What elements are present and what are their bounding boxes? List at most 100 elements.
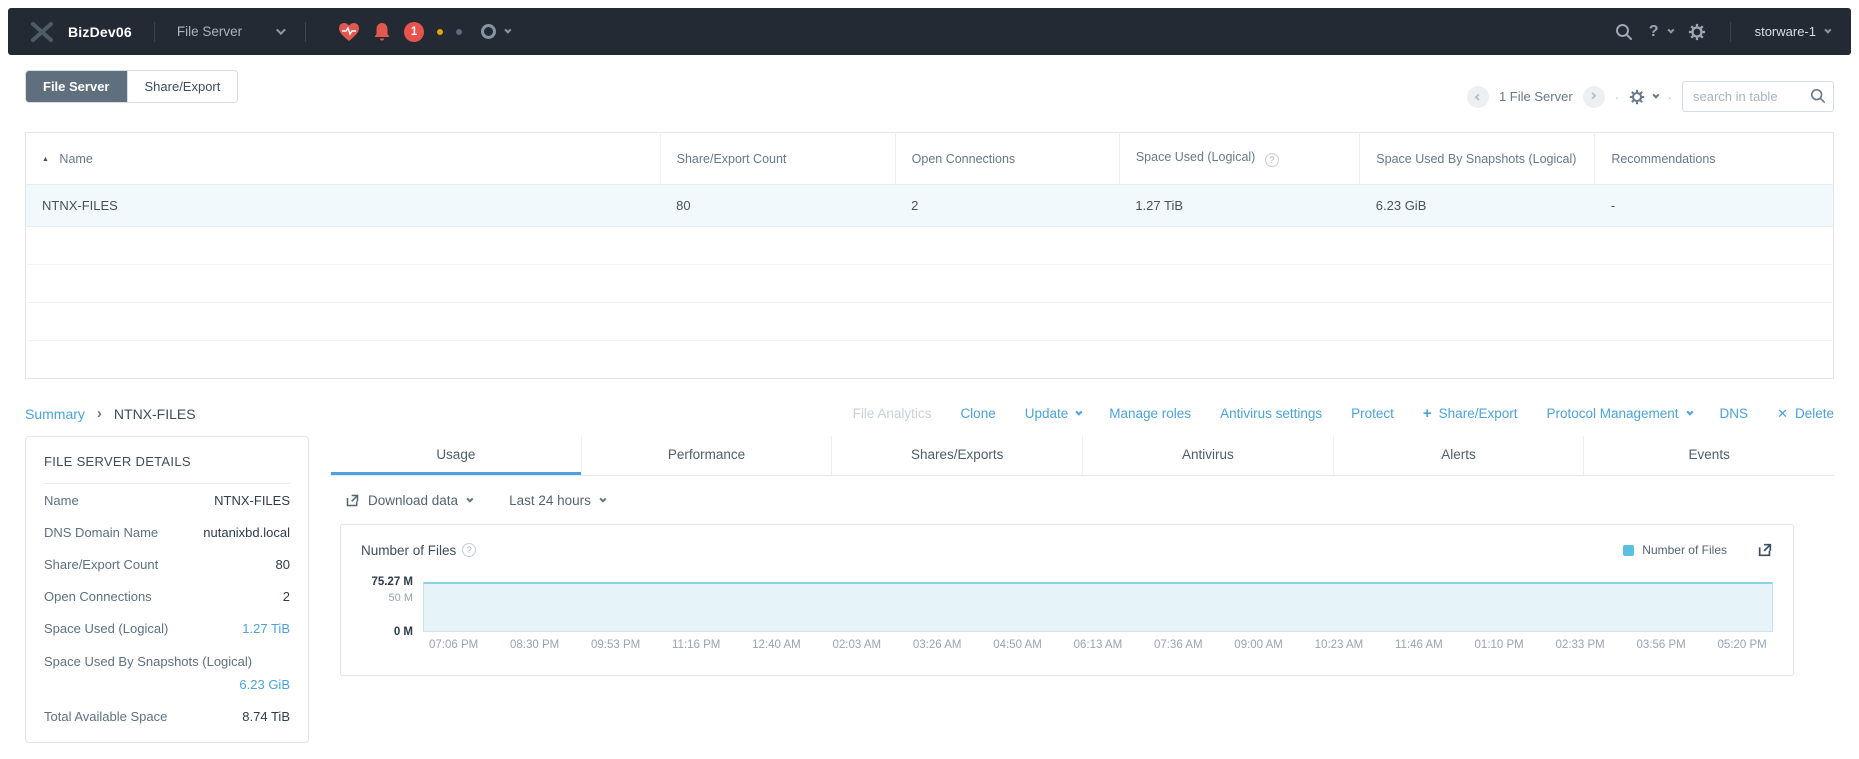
tab-shares-exports[interactable]: Shares/Exports xyxy=(831,436,1082,475)
tab-alerts[interactable]: Alerts xyxy=(1332,436,1584,475)
chevron-down-icon xyxy=(599,495,607,503)
clone-link[interactable]: Clone xyxy=(960,406,995,421)
add-share-export-link[interactable]: + Share/Export xyxy=(1423,405,1518,422)
health-heart-icon[interactable] xyxy=(338,22,360,42)
separator-dot: · xyxy=(1667,88,1672,105)
tab-share-export[interactable]: Share/Export xyxy=(126,71,238,102)
gear-icon xyxy=(1630,89,1645,104)
x-axis-label: 08:30 PM xyxy=(510,639,560,651)
y-tick-max: 75.27 M xyxy=(371,576,413,588)
x-axis-label: 05:20 PM xyxy=(1717,639,1767,651)
column-header-share-export-count[interactable]: Share/Export Count xyxy=(659,132,896,185)
alert-count-badge[interactable]: 1 xyxy=(404,21,425,42)
space-used-link[interactable]: 1.27 TiB xyxy=(242,621,290,636)
column-header-space-used-snapshots[interactable]: Space Used By Snapshots (Logical) xyxy=(1359,132,1595,185)
help-icon[interactable]: ? xyxy=(1264,153,1279,167)
tasks-menu[interactable] xyxy=(481,24,512,39)
x-axis-label: 04:50 AM xyxy=(993,639,1042,651)
table-header-row: ▲ Name Share/Export Count Open Connectio… xyxy=(25,132,1834,185)
manage-roles-link[interactable]: Manage roles xyxy=(1109,406,1191,421)
help-icon[interactable]: ? xyxy=(462,543,477,557)
chevron-right-icon xyxy=(1589,92,1597,100)
sort-ascending-icon: ▲ xyxy=(42,155,49,163)
update-dropdown[interactable]: Update xyxy=(1025,406,1083,421)
x-axis-label: 07:36 AM xyxy=(1153,639,1203,651)
cell-recommendations: - xyxy=(1594,184,1834,227)
chevron-down-icon xyxy=(1666,26,1675,34)
detail-row-space-used: Space Used (Logical) 1.27 TiB xyxy=(44,620,290,636)
x-axis-label: 06:13 AM xyxy=(1073,639,1123,651)
file-server-table: ▲ Name Share/Export Count Open Connectio… xyxy=(25,132,1834,379)
table-settings-menu[interactable] xyxy=(1629,89,1660,105)
help-menu[interactable]: ? xyxy=(1649,23,1675,41)
x-axis-label: 12:40 AM xyxy=(752,639,801,651)
user-menu[interactable]: storware-1 xyxy=(1754,24,1832,39)
column-header-space-used[interactable]: Space Used (Logical) ? xyxy=(1118,132,1360,185)
user-name: storware-1 xyxy=(1754,24,1816,39)
chevron-down-icon xyxy=(466,495,474,503)
chart-legend: Number of Files xyxy=(1623,543,1727,557)
detail-row-space-used-snapshots: Space Used By Snapshots (Logical) 6.23 G… xyxy=(44,653,290,692)
empty-table-row xyxy=(25,226,1834,265)
context-menu-dropdown[interactable]: File Server xyxy=(177,24,286,39)
legend-swatch-icon xyxy=(1623,544,1635,556)
chevron-down-icon xyxy=(1824,26,1832,34)
tab-events[interactable]: Events xyxy=(1583,436,1834,475)
expand-chart-icon[interactable] xyxy=(1757,542,1773,558)
tab-antivirus[interactable]: Antivirus xyxy=(1082,436,1333,475)
column-header-name[interactable]: ▲ Name xyxy=(25,132,661,185)
alerts-bell-icon[interactable] xyxy=(373,22,391,42)
view-tab-group: File Server Share/Export xyxy=(25,70,239,103)
divider xyxy=(1729,21,1731,42)
cell-space-used-snapshots: 6.23 GiB xyxy=(1359,184,1595,227)
detail-row-name: Name NTNX-FILES xyxy=(44,492,290,508)
empty-table-row xyxy=(26,341,1834,379)
x-axis-label: 02:03 AM xyxy=(832,639,882,651)
search-icon[interactable] xyxy=(1615,23,1633,41)
cell-name[interactable]: NTNX-FILES xyxy=(25,184,661,227)
divider xyxy=(305,21,307,42)
chevron-down-icon xyxy=(1652,91,1660,99)
delete-link[interactable]: ✕ Delete xyxy=(1777,406,1834,422)
area-series-number-of-files[interactable] xyxy=(423,582,1773,632)
cluster-name: BizDev06 xyxy=(68,23,132,40)
y-tick-zero: 0 M xyxy=(393,626,413,638)
detail-row-dns-domain: DNS Domain Name nutanixbd.local xyxy=(44,524,290,540)
column-header-open-connections[interactable]: Open Connections xyxy=(894,132,1120,185)
x-axis-label: 11:16 PM xyxy=(672,639,721,651)
breadcrumb-current: NTNX-FILES xyxy=(113,405,196,422)
cell-share-export-count: 80 xyxy=(660,184,896,227)
tab-file-server[interactable]: File Server xyxy=(26,71,127,102)
entity-count-label: 1 File Server xyxy=(1498,89,1573,104)
dns-link[interactable]: DNS xyxy=(1720,406,1749,421)
protocol-management-dropdown[interactable]: Protocol Management xyxy=(1546,406,1693,421)
action-links: File Analytics Clone Update Manage roles… xyxy=(853,405,1834,422)
number-of-files-chart-card: Number of Files ? Number of Files 75.27 … xyxy=(340,524,1794,676)
info-dot-icon[interactable] xyxy=(456,28,463,35)
tab-performance[interactable]: Performance xyxy=(580,436,832,475)
breadcrumb-summary-link[interactable]: Summary xyxy=(25,406,85,422)
nutanix-x-logo-icon[interactable] xyxy=(30,21,54,43)
number-of-files-chart: 75.27 M 50 M 0 M 07:06 PM 08:30 PM 09:53… xyxy=(361,576,1773,651)
tab-usage[interactable]: Usage xyxy=(331,436,581,475)
x-axis: 07:06 PM 08:30 PM 09:53 PM 11:16 PM 12:4… xyxy=(423,639,1773,651)
settings-gear-icon[interactable] xyxy=(1688,23,1706,41)
previous-page-button[interactable] xyxy=(1466,85,1489,108)
protect-link[interactable]: Protect xyxy=(1351,406,1394,421)
y-tick-mid: 50 M xyxy=(388,592,413,604)
next-page-button[interactable] xyxy=(1582,85,1605,108)
file-analytics-link: File Analytics xyxy=(852,406,932,421)
y-axis: 75.27 M 50 M 0 M xyxy=(361,576,423,638)
cell-open-connections: 2 xyxy=(895,184,1120,227)
antivirus-settings-link[interactable]: Antivirus settings xyxy=(1220,406,1322,421)
space-used-snapshots-link[interactable]: 6.23 GiB xyxy=(44,677,290,692)
legend-label: Number of Files xyxy=(1642,543,1727,557)
column-header-recommendations[interactable]: Recommendations xyxy=(1594,132,1834,185)
detail-row-share-export-count: Share/Export Count 80 xyxy=(44,556,290,572)
x-axis-label: 09:00 AM xyxy=(1234,639,1283,651)
table-row-ntnx-files[interactable]: NTNX-FILES 80 2 1.27 TiB 6.23 GiB - xyxy=(25,184,1834,227)
warning-dot-icon[interactable] xyxy=(437,28,444,35)
time-range-dropdown[interactable]: Last 24 hours xyxy=(509,493,607,508)
download-data-dropdown[interactable]: Download data xyxy=(345,493,474,508)
search-icon[interactable] xyxy=(1810,88,1826,104)
